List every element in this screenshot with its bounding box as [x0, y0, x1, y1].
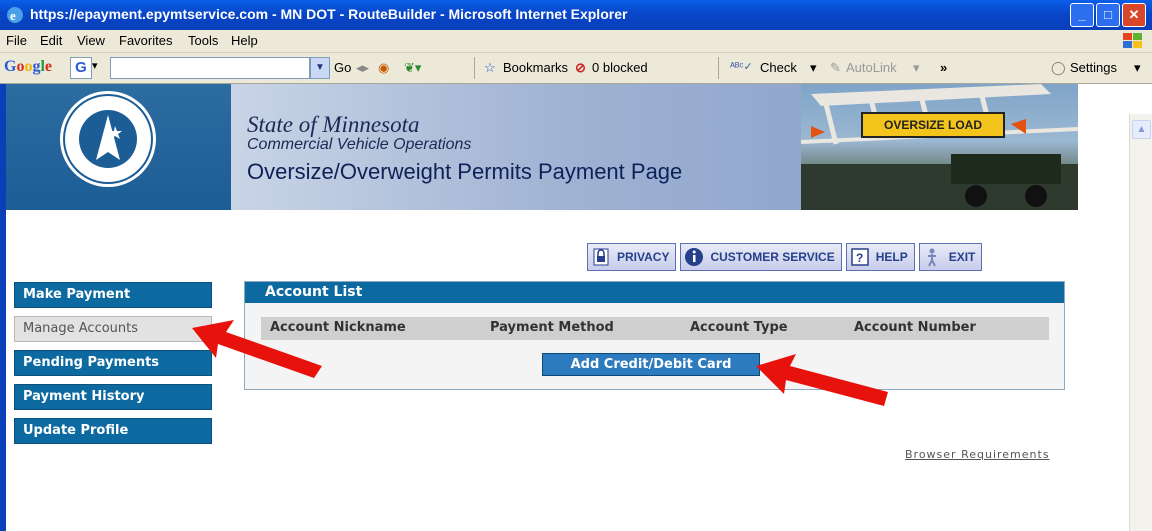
cvo-subtitle: Commercial Vehicle Operations: [247, 136, 472, 153]
oversize-load-sign: OVERSIZE LOAD: [861, 112, 1005, 138]
add-credit-debit-card-button[interactable]: Add Credit/Debit Card: [542, 353, 760, 376]
google-logo: Google: [4, 58, 53, 75]
sidebar-item-payment-history[interactable]: Payment History: [14, 384, 212, 410]
annotation-arrow-right: [756, 354, 888, 406]
menu-file[interactable]: File: [6, 33, 27, 48]
bookmarks-button[interactable]: Bookmarks: [503, 60, 568, 75]
scroll-up-icon[interactable]: ▲: [1132, 120, 1151, 139]
info-icon: [685, 248, 704, 266]
column-account-number: Account Number: [854, 320, 976, 335]
page-banner: State of Minnesota Commercial Vehicle Op…: [6, 84, 1078, 210]
autolink-button[interactable]: AutoLink: [846, 60, 897, 75]
account-table-header: Account Nickname Payment Method Account …: [261, 317, 1049, 340]
minimize-button[interactable]: _: [1070, 3, 1094, 27]
popup-blocked-count[interactable]: 0 blocked: [592, 60, 648, 75]
people-icon[interactable]: ❦▾: [404, 60, 421, 76]
internet-explorer-icon: e: [7, 7, 23, 23]
sidebar-item-manage-accounts[interactable]: Manage Accounts: [14, 316, 212, 342]
google-search-input[interactable]: [110, 57, 310, 79]
exit-button[interactable]: EXIT: [918, 243, 983, 271]
autolink-icon: ✎: [830, 60, 841, 75]
state-title: State of Minnesota: [247, 112, 420, 137]
popup-blocker-icon: ⊘: [575, 60, 586, 75]
sidebar-item-update-profile[interactable]: Update Profile: [14, 418, 212, 444]
window-title-bar[interactable]: e https://epayment.epymtservice.com - MN…: [0, 0, 1152, 30]
google-menu-button[interactable]: G: [70, 57, 92, 79]
menu-edit[interactable]: Edit: [40, 33, 62, 48]
customer-service-button[interactable]: CUSTOMER SERVICE: [680, 243, 842, 271]
go-button[interactable]: Go: [334, 60, 351, 75]
side-nav: Make Payment Manage Accounts Pending Pay…: [14, 282, 212, 452]
sidebar-item-pending-payments[interactable]: Pending Payments: [14, 350, 212, 376]
svg-text:e: e: [10, 8, 16, 23]
chevron-down-icon[interactable]: ▾: [92, 59, 98, 72]
lock-icon: [593, 248, 609, 266]
exit-door-icon: [927, 248, 936, 267]
settings-button[interactable]: Settings: [1070, 60, 1117, 75]
help-label: HELP: [875, 250, 908, 264]
spellcheck-icon: ᴬᴮᶜ✓: [730, 61, 753, 73]
help-button[interactable]: ? HELP: [845, 243, 915, 271]
menu-view[interactable]: View: [77, 33, 105, 48]
column-account-type: Account Type: [690, 320, 788, 335]
oversize-truck-photo: OVERSIZE LOAD: [801, 84, 1078, 210]
star-icon: ☆: [484, 60, 496, 75]
menu-help[interactable]: Help: [231, 33, 258, 48]
customer-service-label: CUSTOMER SERVICE: [710, 250, 835, 264]
svg-text:?: ?: [856, 251, 863, 265]
google-toolbar: Google G ▾ ▼ Go ◂▸ ◉ ❦▾ ☆ Bookmarks ⊘ 0 …: [0, 53, 1152, 84]
help-document-icon: ?: [850, 248, 869, 266]
column-payment-method: Payment Method: [490, 320, 614, 335]
mndot-seal-logo: [60, 91, 156, 187]
page-title: Oversize/Overweight Permits Payment Page: [247, 159, 683, 184]
menu-favorites[interactable]: Favorites: [119, 33, 172, 48]
account-list-panel: Account List Account Nickname Payment Me…: [244, 281, 1065, 390]
menu-bar: File Edit View Favorites Tools Help: [0, 30, 1152, 53]
check-button[interactable]: Check: [760, 60, 797, 75]
browser-requirements-link[interactable]: Browser Requirements: [905, 448, 1050, 461]
account-list-title: Account List: [245, 282, 1064, 303]
windows-logo-icon: [1123, 33, 1142, 48]
settings-icon: ◯: [1051, 60, 1066, 75]
search-dropdown-button[interactable]: ▼: [310, 57, 330, 79]
window-title: https://epayment.epymtservice.com - MN D…: [30, 6, 628, 22]
top-nav: PRIVACY CUSTOMER SERVICE ? HELP EXIT: [587, 243, 983, 271]
news-icon[interactable]: ◉: [378, 60, 389, 76]
menu-tools[interactable]: Tools: [188, 33, 218, 48]
exit-label: EXIT: [948, 250, 976, 264]
privacy-label: PRIVACY: [617, 250, 670, 264]
privacy-button[interactable]: PRIVACY: [587, 243, 677, 271]
close-button[interactable]: ✕: [1122, 3, 1146, 27]
annotation-arrow-left: [192, 320, 322, 378]
navigate-arrows-icon[interactable]: ◂▸: [356, 60, 369, 76]
sidebar-item-make-payment[interactable]: Make Payment: [14, 282, 212, 308]
maximize-button[interactable]: □: [1096, 3, 1120, 27]
vertical-scrollbar[interactable]: ▲: [1129, 114, 1152, 531]
toolbar-more-button[interactable]: »: [940, 60, 947, 75]
